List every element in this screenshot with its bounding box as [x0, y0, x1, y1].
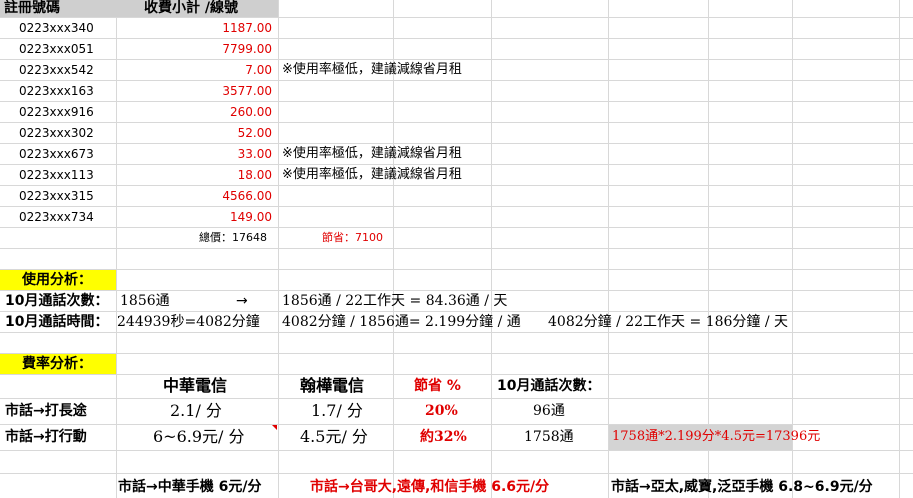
time-value: 244939秒=4082分鐘	[117, 314, 260, 330]
account-fee: 33.00	[237, 147, 272, 161]
col-saving-percent: 節省 %	[414, 378, 461, 394]
total-price: 總價：17648	[199, 231, 267, 244]
low-usage-note: ※使用率極低，建議減線省月租	[282, 167, 462, 182]
col-chunghwa: 中華電信	[163, 376, 228, 395]
row-long-distance-label: 市話→打長途	[5, 403, 87, 419]
mobile-hanhua: 4.5元/ 分	[300, 427, 368, 446]
account-id: 0223xxx163	[19, 84, 94, 98]
account-fee: 4566.00	[222, 189, 272, 203]
account-fee: 7799.00	[222, 42, 272, 56]
long-distance-chunghwa: 2.1/ 分	[170, 401, 222, 420]
usage-analysis-title: 使用分析：	[22, 272, 92, 288]
footer-apt-mobile: 市話→亞太,威寶,泛亞手機 6.8~6.9元/分	[611, 479, 873, 495]
account-fee: 3577.00	[222, 84, 272, 98]
account-id: 0223xxx542	[19, 63, 94, 77]
account-id: 0223xxx673	[19, 147, 94, 161]
account-fee: 18.00	[237, 168, 272, 182]
account-fee: 52.00	[237, 126, 272, 140]
account-fee: 149.00	[230, 210, 272, 224]
header-fee: 收費小計 /線號	[144, 0, 238, 16]
low-usage-note: ※使用率極低，建議減線省月租	[282, 62, 462, 77]
account-id: 0223xxx051	[19, 42, 94, 56]
rate-analysis-title: 費率分析：	[22, 356, 92, 372]
low-usage-note: ※使用率極低，建議減線省月租	[282, 146, 462, 161]
account-id: 0223xxx340	[19, 21, 94, 35]
arrow-icon: →	[236, 293, 248, 309]
row-mobile-label: 市話→打行動	[5, 429, 87, 445]
long-distance-calls: 96通	[533, 403, 565, 419]
account-fee: 1187.00	[222, 21, 272, 35]
footer-tw-mobile: 市話→台哥大,遠傳,和信手機 6.6元/分	[310, 479, 550, 495]
col-october-calls: 10月通話次數：	[497, 378, 601, 394]
col-hanhua: 翰樺電信	[300, 376, 365, 395]
calls-value: 1856通	[120, 293, 170, 309]
mobile-calls: 1758通	[524, 429, 574, 445]
header-account: 註冊號碼	[4, 0, 60, 16]
footer-chunghwa-mobile: 市話→中華手機 6元/分	[118, 479, 262, 495]
long-distance-saving: 20%	[425, 403, 458, 419]
mobile-chunghwa: 6~6.9元/ 分	[153, 427, 245, 446]
long-distance-hanhua: 1.7/ 分	[311, 401, 363, 420]
mobile-saving: 約32%	[420, 429, 467, 445]
account-id: 0223xxx916	[19, 105, 94, 119]
account-id: 0223xxx315	[19, 189, 94, 203]
time-label: 10月通話時間：	[5, 314, 109, 330]
account-fee: 7.00	[245, 63, 272, 77]
account-fee: 260.00	[230, 105, 272, 119]
account-id: 0223xxx113	[19, 168, 94, 182]
calls-label: 10月通話次數：	[5, 293, 109, 309]
account-id: 0223xxx302	[19, 126, 94, 140]
comment-marker-icon	[272, 425, 277, 430]
account-id: 0223xxx734	[19, 210, 94, 224]
mobile-cost-calc: 1758通*2.199分*4.5元=17396元	[612, 429, 821, 444]
total-saving: 節省：7100	[322, 231, 383, 244]
minutes-per-call: 4082分鐘 / 1856通= 2.199分鐘 / 通	[282, 314, 521, 330]
minutes-per-day: 4082分鐘 / 22工作天 = 186分鐘 / 天	[548, 314, 789, 330]
calls-per-day: 1856通 / 22工作天 = 84.36通 / 天	[282, 293, 508, 309]
